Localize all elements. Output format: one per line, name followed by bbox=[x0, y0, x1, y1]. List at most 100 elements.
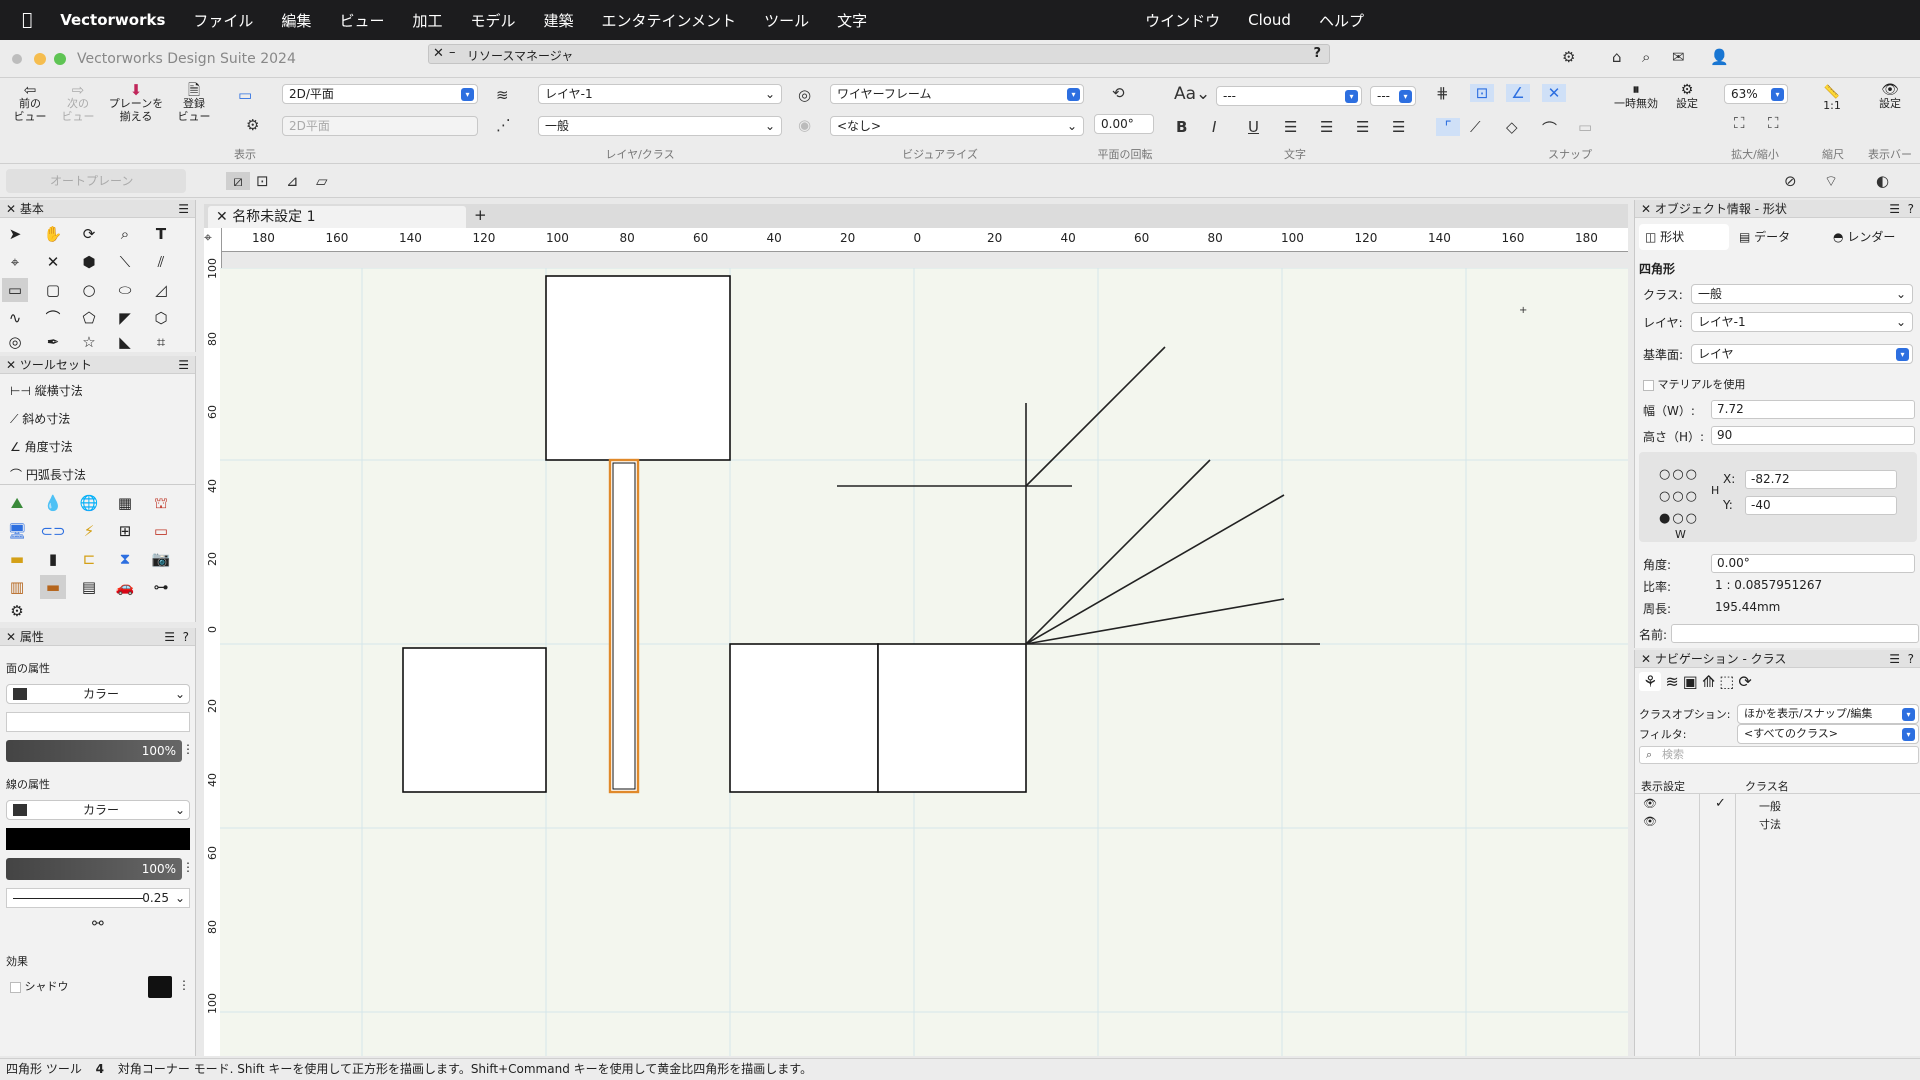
active-plane-dropdown[interactable]: 2D平面 bbox=[282, 116, 478, 136]
tool-arc-length-dimension[interactable]: ⌒ 円弧長寸法 bbox=[10, 466, 86, 483]
grid-tool-icon[interactable]: ▦ bbox=[112, 491, 138, 515]
class-row[interactable]: 👁 ✓ 一般 bbox=[1635, 796, 1920, 814]
user-icon[interactable]: 👤 bbox=[1710, 48, 1729, 66]
italic-icon[interactable]: I bbox=[1212, 118, 1216, 136]
home-icon[interactable]: ⌂ bbox=[1612, 48, 1622, 66]
menu-model[interactable]: モデル bbox=[456, 10, 529, 31]
saved-views-icon[interactable]: ⬚ bbox=[1719, 672, 1734, 691]
menu-help[interactable]: ヘルプ bbox=[1305, 10, 1378, 31]
close-icon[interactable]: ✕ bbox=[6, 630, 16, 644]
class-select[interactable]: 一般 ⌄ bbox=[1691, 284, 1913, 304]
star-tool-icon[interactable]: ☆ bbox=[76, 330, 102, 350]
close-icon[interactable]: ✕ bbox=[216, 209, 228, 225]
render-mode-icon[interactable]: ◎ bbox=[798, 86, 811, 104]
font-size-dropdown[interactable]: --- ▾ bbox=[1370, 86, 1416, 106]
help-icon[interactable]: ? bbox=[1908, 200, 1914, 218]
visibility-icon[interactable]: ⊘ bbox=[1784, 172, 1797, 190]
line-tool-icon[interactable]: ⟍ bbox=[112, 250, 138, 274]
class-row[interactable]: 👁 寸法 bbox=[1635, 814, 1920, 832]
layer-stack-icon[interactable]: ≋ bbox=[496, 86, 509, 104]
globe-tool-icon[interactable]: 🌐 bbox=[76, 491, 102, 515]
close-icon[interactable]: ✕ bbox=[6, 202, 16, 216]
y-field[interactable]: -40 bbox=[1745, 496, 1897, 515]
truss-tool-icon[interactable]: ⊞ bbox=[112, 519, 138, 543]
zoom-selection-icon[interactable]: ⛶ bbox=[1768, 114, 1779, 132]
snap-distance-icon[interactable]: ⌜ bbox=[1436, 118, 1460, 136]
locus-tool-icon[interactable]: ✕ bbox=[40, 250, 66, 274]
minimize-window-icon[interactable] bbox=[34, 53, 46, 65]
camera-tool-icon[interactable]: 📷 bbox=[148, 547, 174, 571]
polygon-tool-icon[interactable]: ⬠ bbox=[76, 306, 102, 330]
layer-dropdown[interactable]: レイヤ-1 ⌄ bbox=[538, 84, 782, 104]
help-icon[interactable]: ? bbox=[1908, 650, 1914, 668]
line-opacity-more-icon[interactable]: ⋮ bbox=[182, 860, 194, 874]
snap-intersection-icon[interactable]: ✕ bbox=[1542, 84, 1566, 102]
reference-point-grid[interactable]: ○○○ ○○○ ●○○ bbox=[1659, 464, 1699, 530]
slab-tool-icon[interactable]: ▤ bbox=[76, 575, 102, 599]
plane-gear-icon[interactable]: ⚙ bbox=[246, 116, 259, 134]
reshape-tool-icon[interactable]: ⌗ bbox=[148, 330, 174, 350]
drawing-area[interactable]: + bbox=[220, 268, 1628, 1056]
symbol-tool-icon[interactable]: ⬢ bbox=[76, 250, 102, 274]
snap-edge-icon[interactable]: ⌒ bbox=[1542, 118, 1557, 139]
screen-tool-icon[interactable]: ▭ bbox=[148, 519, 174, 543]
menu-app-name[interactable]: Vectorworks bbox=[46, 11, 179, 29]
justify-icon[interactable]: ☰ bbox=[1392, 118, 1405, 136]
fill-type-dropdown[interactable]: カラー ⌄ bbox=[6, 684, 190, 704]
height-field[interactable]: 90 bbox=[1711, 426, 1915, 445]
snap-angle-icon[interactable]: ∠ bbox=[1506, 84, 1530, 102]
theater-tool-icon[interactable]: ⛫ bbox=[148, 491, 174, 515]
zoom-window-icon[interactable] bbox=[54, 53, 66, 65]
display-bar-settings-button[interactable]: 👁 設定 bbox=[1868, 83, 1912, 110]
cabinet-tool-icon[interactable]: ▥ bbox=[4, 575, 30, 599]
tool-constrained-dimension[interactable]: ⊢⊣ 縦横寸法 bbox=[10, 382, 83, 399]
rotation-field[interactable]: 0.00° bbox=[1094, 114, 1154, 134]
shadow-checkbox[interactable]: シャドウ bbox=[10, 978, 69, 994]
class-name-column-header[interactable]: クラス名 bbox=[1745, 778, 1789, 794]
mode-rotated-icon[interactable]: ⊿ bbox=[286, 172, 299, 190]
previous-view-button[interactable]: ⇦ 前の ビュー bbox=[8, 83, 52, 124]
help-icon[interactable]: ? bbox=[1313, 46, 1321, 61]
furniture-tool-icon[interactable]: ▬ bbox=[4, 547, 30, 571]
display-tool-icon[interactable]: 🖥 bbox=[4, 519, 30, 543]
use-material-checkbox[interactable]: マテリアルを使用 bbox=[1643, 376, 1745, 392]
align-right-icon[interactable]: ☰ bbox=[1356, 118, 1369, 136]
line-color-swatch[interactable] bbox=[13, 804, 27, 816]
close-icon[interactable]: ✕ bbox=[6, 358, 16, 372]
connector-tool-icon[interactable]: ⊶ bbox=[148, 575, 174, 599]
plane-icon[interactable]: ⌔ bbox=[1824, 172, 1838, 191]
mode-diagonal-icon[interactable]: ⧄ bbox=[226, 172, 250, 190]
regular-polygon-tool-icon[interactable]: ⬡ bbox=[148, 306, 174, 330]
menu-window[interactable]: ウインドウ bbox=[1131, 10, 1234, 31]
origin-icon[interactable]: ⌖ bbox=[204, 230, 212, 246]
resource-manager-bar[interactable]: ✕ – リソースマネージャ ? bbox=[428, 44, 1330, 64]
class-dropdown[interactable]: 一般 ⌄ bbox=[538, 116, 782, 136]
document-tab[interactable]: ✕ 名称未設定 1 bbox=[208, 206, 466, 228]
layers-icon[interactable]: ≋ bbox=[1665, 672, 1678, 691]
tool-angular-dimension[interactable]: ∠ 角度寸法 bbox=[10, 438, 73, 455]
collapse-icon[interactable]: – bbox=[449, 45, 456, 60]
tab-shape[interactable]: ◫ 形状 bbox=[1639, 224, 1729, 250]
snap-object-icon[interactable]: ⊡ bbox=[1470, 84, 1494, 102]
shadow-more-icon[interactable]: ⋮ bbox=[178, 978, 190, 992]
pause-snap-button[interactable]: ⏸ 一時無効 bbox=[1608, 83, 1664, 110]
arc-tool-icon[interactable]: ◿ bbox=[148, 278, 174, 302]
class-icon[interactable]: ⋰ bbox=[496, 116, 511, 134]
next-view-button[interactable]: ⇨ 次の ビュー bbox=[56, 83, 100, 124]
wall-tool-icon[interactable]: ⧗ bbox=[112, 547, 138, 571]
close-icon[interactable]: ✕ bbox=[1641, 652, 1651, 666]
mail-icon[interactable]: ✉ bbox=[1672, 48, 1685, 66]
viewports-icon[interactable]: ▣ bbox=[1683, 672, 1698, 691]
vehicle-tool-icon[interactable]: 🚗 bbox=[112, 575, 138, 599]
render-mode-dropdown[interactable]: ワイヤーフレーム ▾ bbox=[830, 84, 1084, 104]
layer-select[interactable]: レイヤ-1 ⌄ bbox=[1691, 312, 1913, 332]
align-plane-button[interactable]: ⬇ プレーンを 揃える bbox=[104, 83, 168, 124]
objects-icon[interactable]: ⟳ bbox=[1738, 672, 1751, 691]
tool-unconstrained-dimension[interactable]: ⟋ 斜め寸法 bbox=[10, 410, 70, 427]
gear-icon[interactable]: ⚙ bbox=[1562, 48, 1575, 66]
menu-icon[interactable]: ☰ bbox=[1889, 200, 1900, 218]
menu-architecture[interactable]: 建築 bbox=[529, 10, 587, 31]
diagonal-line-1[interactable] bbox=[1025, 346, 1166, 487]
saved-view-button[interactable]: 🗎 登録 ビュー bbox=[172, 83, 216, 124]
tab-data[interactable]: ▤ データ bbox=[1733, 224, 1823, 250]
